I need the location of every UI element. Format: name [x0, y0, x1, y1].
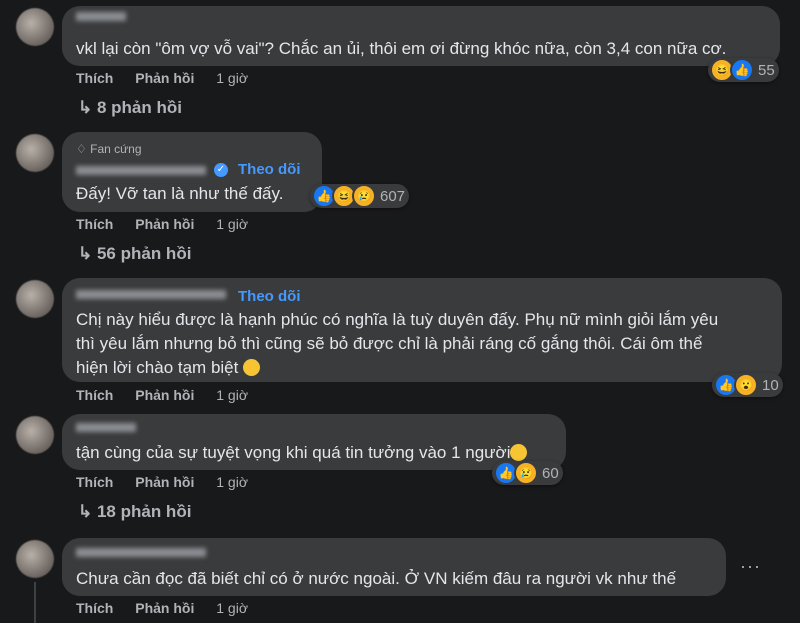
comment-actions: Thích Phản hồi 1 giờ — [76, 70, 248, 86]
commenter-name[interactable] — [76, 290, 226, 299]
commenter-name[interactable] — [76, 423, 136, 432]
comment-text-body: tận cùng của sự tuyệt vọng khi quá tin t… — [76, 443, 511, 462]
wow-reaction-icon: 😮 — [734, 373, 758, 397]
reaction-count: 60 — [542, 464, 559, 482]
comment-bubble: vkl lại còn "ôm vợ vỗ vai"? Chắc an ủi, … — [62, 6, 780, 66]
comment-text-last: hiện lời chào tạm biệt — [76, 358, 239, 377]
avatar[interactable] — [16, 416, 54, 454]
replies-count-label: 8 phản hồi — [96, 98, 182, 117]
comment-actions: Thích Phản hồi 1 giờ — [76, 387, 248, 403]
reaction-summary[interactable]: 👍 😢 60 — [492, 461, 563, 485]
diamond-icon: ♢ — [76, 142, 87, 156]
avatar[interactable] — [16, 280, 54, 318]
comment-text-line: hiện lời chào tạm biệt — [76, 355, 261, 380]
reply-button[interactable]: Phản hồi — [135, 70, 194, 86]
reply-arrow-icon: ↳ — [78, 244, 97, 263]
comment-text-line: Chị này hiểu được là hạnh phúc có nghĩa … — [76, 310, 719, 329]
commenter-name[interactable] — [76, 548, 206, 557]
smile-emoji-icon — [510, 444, 528, 461]
reply-arrow-icon: ↳ — [78, 98, 97, 117]
avatar[interactable] — [16, 540, 54, 578]
reaction-summary[interactable]: 😆 👍 55 — [708, 58, 779, 82]
comment-text-line: thì yêu lắm nhưng bỏ thì cũng sẽ bỏ được… — [76, 334, 703, 353]
reply-arrow-icon: ↳ — [78, 502, 97, 521]
reaction-count: 55 — [758, 61, 775, 79]
comment-bubble: Chưa cần đọc đã biết chỉ có ở nước ngoài… — [62, 538, 726, 596]
view-replies-link[interactable]: ↳ 56 phản hồi — [78, 244, 191, 264]
comment-text: Chưa cần đọc đã biết chỉ có ở nước ngoài… — [76, 569, 677, 588]
thread-line — [34, 582, 36, 623]
smile-emoji-icon — [243, 359, 261, 376]
view-replies-link[interactable]: ↳ 8 phản hồi — [78, 98, 182, 118]
comment-bubble: tận cùng của sự tuyệt vọng khi quá tin t… — [62, 414, 566, 470]
comment-actions: Thích Phản hồi 1 giờ — [76, 474, 248, 490]
like-button[interactable]: Thích — [76, 600, 113, 616]
commenter-name[interactable] — [76, 12, 126, 21]
comment-text: vkl lại còn "ôm vợ vỗ vai"? Chắc an ủi, … — [76, 39, 727, 58]
reaction-summary[interactable]: 👍 😮 10 — [712, 373, 783, 397]
avatar[interactable] — [16, 8, 54, 46]
comment-text: Đấy! Vỡ tan là như thế đấy. — [76, 184, 284, 203]
reply-button[interactable]: Phản hồi — [135, 600, 194, 616]
like-button[interactable]: Thích — [76, 387, 113, 403]
reply-button[interactable]: Phản hồi — [135, 216, 194, 232]
reaction-count: 607 — [380, 187, 406, 205]
avatar[interactable] — [16, 134, 54, 172]
timestamp[interactable]: 1 giờ — [216, 387, 248, 403]
verified-icon: ✓ — [214, 163, 228, 177]
like-button[interactable]: Thích — [76, 216, 113, 232]
view-replies-link[interactable]: ↳ 18 phản hồi — [78, 502, 191, 522]
reply-button[interactable]: Phản hồi — [135, 387, 194, 403]
timestamp[interactable]: 1 giờ — [216, 600, 248, 616]
timestamp[interactable]: 1 giờ — [216, 216, 248, 232]
commenter-name[interactable] — [76, 166, 206, 175]
like-button[interactable]: Thích — [76, 70, 113, 86]
timestamp[interactable]: 1 giờ — [216, 70, 248, 86]
comment-bubble: Theo dõi Chị này hiểu được là hạnh phúc … — [62, 278, 782, 382]
follow-button[interactable]: Theo dõi — [238, 288, 301, 305]
replies-count-label: 18 phản hồi — [96, 502, 192, 521]
comment-text: tận cùng của sự tuyệt vọng khi quá tin t… — [76, 440, 528, 465]
fan-badge-label: Fan cứng — [90, 142, 142, 156]
reaction-count: 10 — [762, 376, 779, 394]
comment-actions: Thích Phản hồi 1 giờ — [76, 600, 248, 616]
reply-button[interactable]: Phản hồi — [135, 474, 194, 490]
comment-actions: Thích Phản hồi 1 giờ — [76, 216, 248, 232]
replies-count-label: 56 phản hồi — [96, 244, 192, 263]
fan-badge: ♢ Fan cứng — [76, 142, 142, 156]
follow-button[interactable]: Theo dõi — [238, 161, 301, 178]
more-options-icon[interactable]: ··· — [740, 556, 761, 577]
sad-reaction-icon: 😢 — [352, 184, 376, 208]
comment-bubble: ♢ Fan cứng ✓ Theo dõi Đấy! Vỡ tan là như… — [62, 132, 322, 212]
like-button[interactable]: Thích — [76, 474, 113, 490]
like-reaction-icon: 👍 — [730, 58, 754, 82]
sad-reaction-icon: 😢 — [514, 461, 538, 485]
timestamp[interactable]: 1 giờ — [216, 474, 248, 490]
reaction-summary[interactable]: 👍 😆 😢 607 — [310, 184, 410, 208]
